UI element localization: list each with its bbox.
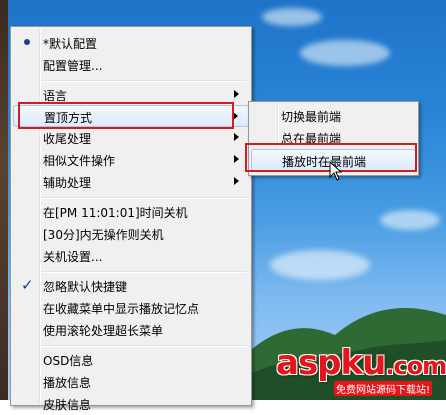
highlight-box-topmost-mode [18,102,234,129]
menu-separator [41,271,247,273]
watermark-logo: aspku.com [276,343,446,383]
menu-item-scroll-long-menu[interactable]: 使用滚轮处理超长菜单 [13,319,249,341]
menu-item-config-manage[interactable]: 配置管理... [13,54,249,76]
submenu-arrow-icon [234,133,239,141]
menu-separator [41,197,247,199]
radio-bullet-icon [24,39,30,45]
menu-item-shutdown-at-time[interactable]: 在[PM 11:01:01]时间关机 [13,201,249,223]
submenu-arrow-icon [234,155,239,163]
watermark-tagline: 免费网站源码下载站! [334,381,433,396]
menu-item-ignore-hotkeys[interactable]: ✓ 忽略默认快捷键 [13,275,249,297]
menu-item-auxiliary[interactable]: 辅助处理 [13,171,249,193]
menu-item-finish-handling[interactable]: 收尾处理 [13,127,249,149]
submenu-arrow-icon [234,90,239,98]
context-menu: *默认配置 配置管理... 语言 置顶方式 收尾处理 相似文件操作 辅助处理 在… [10,26,252,412]
menu-item-show-bookmarks[interactable]: 在收藏菜单中显示播放记忆点 [13,297,249,319]
mouse-pointer-icon [329,161,343,181]
menu-item-shutdown-settings[interactable]: 关机设置... [13,245,249,267]
menu-separator [41,80,247,82]
window-edge [0,0,8,400]
watermark: aspku.com 免费网站源码下载站! [276,343,446,400]
checkmark-icon: ✓ [21,276,34,294]
submenu-arrow-icon [234,177,239,185]
submenu-item-toggle-topmost[interactable]: 切换最前端 [251,105,416,127]
menu-item-osd-info[interactable]: OSD信息 [13,349,249,371]
menu-separator [41,345,247,347]
menu-item-playback-info[interactable]: 播放信息 [13,371,249,393]
menu-item-similar-files[interactable]: 相似文件操作 [13,149,249,171]
menu-item-default-config[interactable]: *默认配置 [13,32,249,54]
menu-item-skin-info[interactable]: 皮肤信息 [13,393,249,415]
menu-item-shutdown-idle[interactable]: [30分]内无操作则关机 [13,223,249,245]
